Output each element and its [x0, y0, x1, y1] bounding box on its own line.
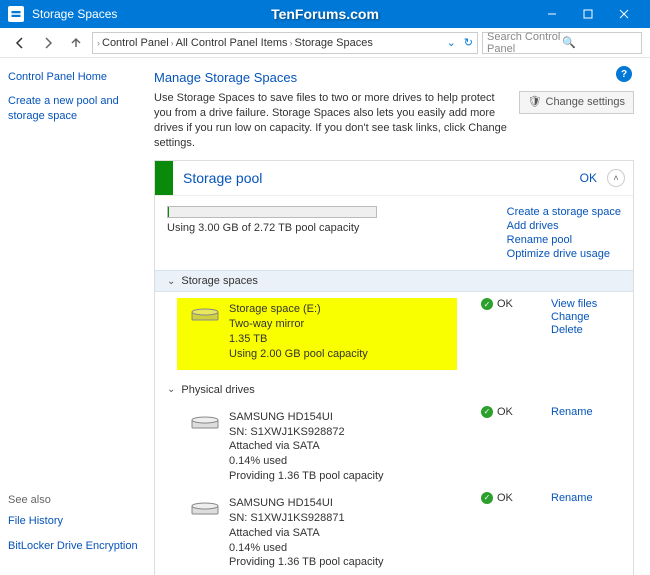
- drive-providing: Providing 1.36 TB pool capacity: [229, 469, 481, 484]
- drive-icon: [191, 414, 219, 432]
- rename-pool-link[interactable]: Rename pool: [507, 234, 621, 246]
- add-drives-link[interactable]: Add drives: [507, 220, 621, 232]
- main-content: Manage Storage Spaces Use Storage Spaces…: [150, 58, 650, 575]
- breadcrumb-item[interactable]: All Control Panel Items: [176, 37, 288, 49]
- drive-sn: SN: S1XWJ1KS928872: [229, 425, 481, 440]
- search-input[interactable]: Search Control Panel 🔍: [482, 32, 642, 54]
- drive-used: 0.14% used: [229, 541, 481, 556]
- usage-bar: [167, 206, 377, 218]
- window-title: Storage Spaces: [32, 7, 117, 21]
- change-settings-button[interactable]: 🛡 Change settings: [519, 91, 634, 114]
- space-status: ✓ OK: [481, 298, 551, 310]
- search-icon: 🔍: [562, 36, 637, 49]
- space-type: Two-way mirror: [229, 317, 457, 332]
- maximize-button[interactable]: [570, 0, 606, 28]
- usage-text: Using 3.00 GB of 2.72 TB pool capacity: [167, 222, 495, 234]
- drive-model: SAMSUNG HD154UI: [229, 410, 481, 425]
- shield-icon: 🛡: [528, 95, 542, 110]
- drive-status: ✓ OK: [481, 406, 551, 418]
- close-button[interactable]: [606, 0, 642, 28]
- back-button[interactable]: [8, 31, 32, 55]
- watermark: TenForums.com: [271, 6, 379, 22]
- pool-header: Storage pool OK ˄: [155, 161, 633, 196]
- change-link[interactable]: Change: [551, 311, 621, 323]
- view-files-link[interactable]: View files: [551, 298, 621, 310]
- space-using: Using 2.00 GB pool capacity: [229, 347, 457, 362]
- rename-drive-link[interactable]: Rename: [551, 492, 621, 504]
- breadcrumb-item[interactable]: Control Panel: [102, 37, 169, 49]
- pool-status-text: OK: [580, 171, 597, 185]
- seealso-bitlocker[interactable]: BitLocker Drive Encryption: [8, 539, 138, 553]
- titlebar: Storage Spaces TenForums.com: [0, 0, 650, 28]
- rename-drive-link[interactable]: Rename: [551, 406, 621, 418]
- forward-button[interactable]: [36, 31, 60, 55]
- page-heading: Manage Storage Spaces: [154, 70, 634, 85]
- chevron-right-icon: ›: [171, 38, 174, 48]
- physical-drives-section[interactable]: ⌄ Physical drives: [155, 380, 633, 400]
- seealso-label: See also: [8, 494, 138, 506]
- app-icon: [8, 6, 24, 22]
- minimize-button[interactable]: [534, 0, 570, 28]
- search-placeholder: Search Control Panel: [487, 31, 562, 55]
- ok-icon: ✓: [481, 298, 493, 310]
- space-size: 1.35 TB: [229, 332, 457, 347]
- drive-attach: Attached via SATA: [229, 439, 481, 454]
- ok-icon: ✓: [481, 406, 493, 418]
- space-name: Storage space (E:): [229, 302, 457, 317]
- optimize-link[interactable]: Optimize drive usage: [507, 248, 621, 260]
- ok-icon: ✓: [481, 492, 493, 504]
- sidebar: Control Panel Home Create a new pool and…: [0, 58, 150, 575]
- refresh-icon[interactable]: ↻: [464, 36, 473, 49]
- drive-providing: Providing 1.36 TB pool capacity: [229, 555, 481, 570]
- drive-used: 0.14% used: [229, 454, 481, 469]
- breadcrumb-item[interactable]: Storage Spaces: [295, 37, 373, 49]
- pool-status-indicator: [155, 161, 173, 195]
- breadcrumb[interactable]: › Control Panel › All Control Panel Item…: [92, 32, 478, 54]
- physical-drive-item: SAMSUNG HD154UI SN: S1XWJ1KS928871 Attac…: [167, 492, 481, 575]
- drive-status: ✓ OK: [481, 492, 551, 504]
- storage-space-item[interactable]: Storage space (E:) Two-way mirror 1.35 T…: [177, 298, 457, 369]
- seealso-file-history[interactable]: File History: [8, 514, 138, 528]
- storage-pool-card: Storage pool OK ˄ Using 3.00 GB of 2.72 …: [154, 160, 634, 575]
- physical-drive-item: SAMSUNG HD154UI SN: S1XWJ1KS928872 Attac…: [167, 406, 481, 492]
- pool-title: Storage pool: [173, 170, 580, 186]
- chevron-down-icon: ⌄: [167, 276, 175, 287]
- drive-attach: Attached via SATA: [229, 526, 481, 541]
- help-icon[interactable]: ?: [616, 66, 632, 82]
- chevron-down-icon: ⌄: [167, 384, 175, 395]
- page-description: Use Storage Spaces to save files to two …: [154, 92, 507, 149]
- chevron-right-icon: ›: [290, 38, 293, 48]
- collapse-button[interactable]: ˄: [607, 169, 625, 187]
- pool-links: Create a storage space Add drives Rename…: [507, 206, 621, 260]
- drive-icon: [191, 500, 219, 518]
- navbar: › Control Panel › All Control Panel Item…: [0, 28, 650, 58]
- dropdown-icon[interactable]: ⌄: [447, 36, 456, 49]
- delete-link[interactable]: Delete: [551, 324, 621, 336]
- up-button[interactable]: [64, 31, 88, 55]
- sidebar-home-link[interactable]: Control Panel Home: [8, 70, 142, 84]
- drive-model: SAMSUNG HD154UI: [229, 496, 481, 511]
- storage-spaces-section[interactable]: ⌄ Storage spaces: [155, 270, 633, 292]
- drive-sn: SN: S1XWJ1KS928871: [229, 511, 481, 526]
- create-space-link[interactable]: Create a storage space: [507, 206, 621, 218]
- sidebar-create-link[interactable]: Create a new pool and storage space: [8, 94, 142, 123]
- chevron-right-icon: ›: [97, 38, 100, 48]
- drive-icon: [191, 306, 219, 324]
